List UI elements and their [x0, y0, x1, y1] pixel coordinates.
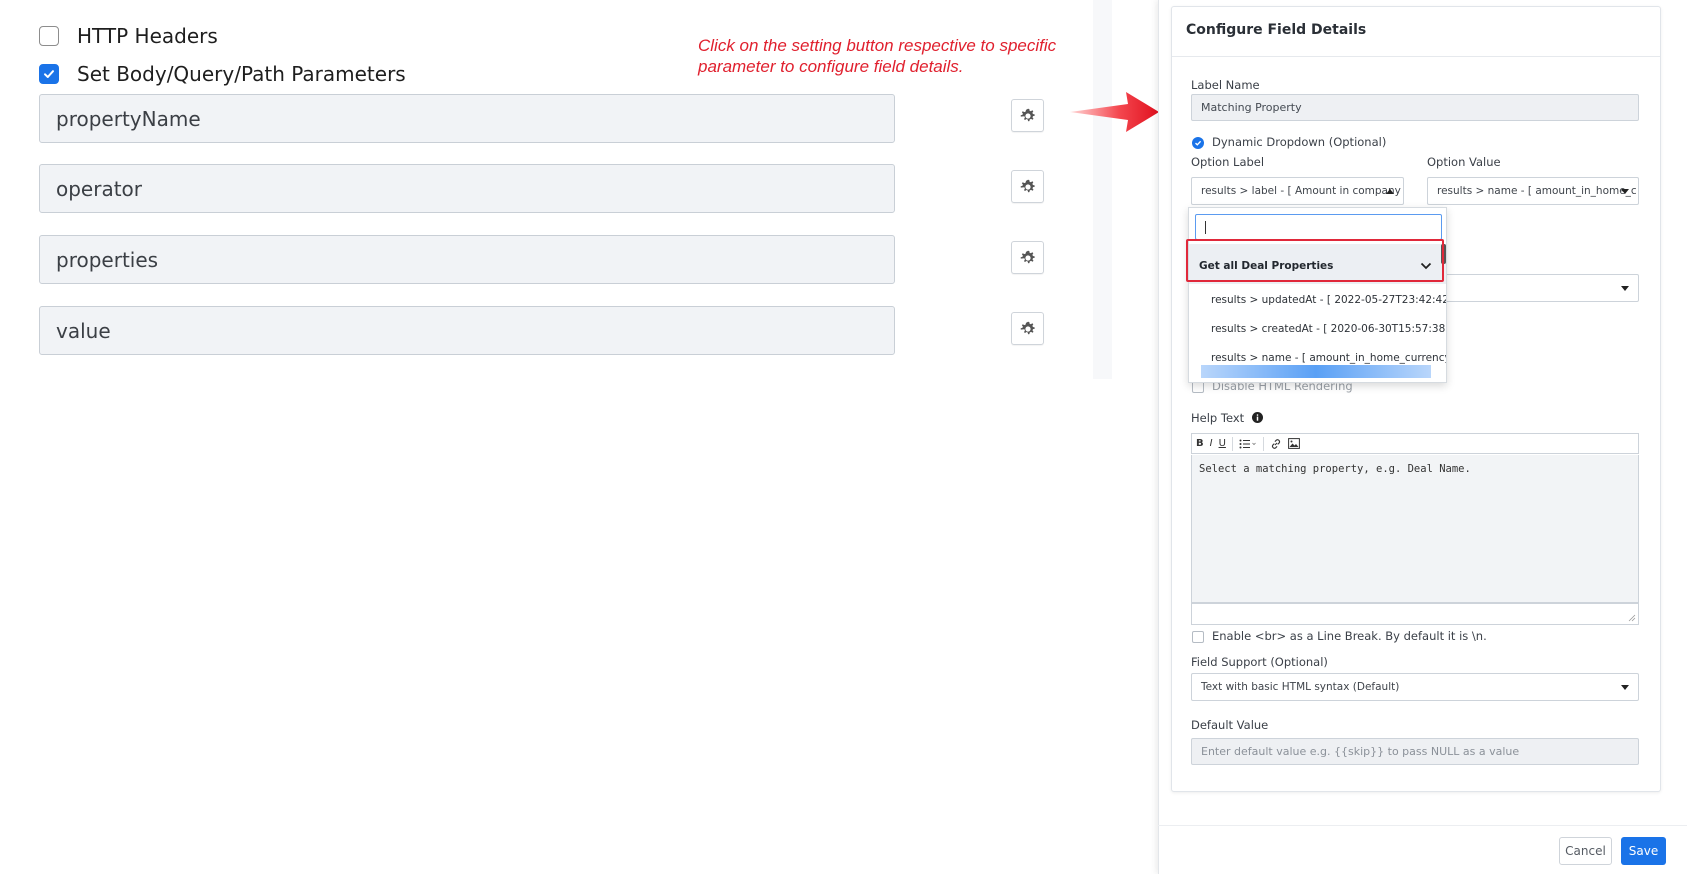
image-button[interactable] [1288, 435, 1300, 452]
settings-button-propertyname[interactable] [1011, 99, 1044, 132]
settings-button-properties[interactable] [1011, 241, 1044, 274]
help-text-label: Help Text [1191, 411, 1245, 425]
tutorial-annotation: Click on the setting button respective t… [698, 36, 1057, 76]
dropdown-search-input[interactable] [1195, 214, 1442, 240]
option-value-select[interactable]: results > name - [ amount_in_home_c [1427, 177, 1639, 205]
highlight-box [1186, 239, 1444, 282]
settings-button-value[interactable] [1011, 312, 1044, 345]
param-field-propertyname[interactable]: propertyName [39, 94, 895, 143]
caret-down-icon [1621, 189, 1629, 194]
underline-button[interactable]: U [1219, 435, 1226, 452]
red-arrow-icon [1070, 92, 1159, 132]
option-value-label: Option Value [1427, 155, 1501, 169]
field-support-select[interactable]: Text with basic HTML syntax (Default) [1191, 673, 1639, 701]
list-icon [1239, 439, 1256, 448]
param-field-properties[interactable]: properties [39, 235, 895, 284]
info-icon [1252, 412, 1263, 423]
dynamic-dropdown-label: Dynamic Dropdown (Optional) [1212, 135, 1387, 149]
default-value-input[interactable]: Enter default value e.g. {{skip}} to pas… [1191, 738, 1639, 765]
check-icon [44, 70, 54, 78]
dropdown-option[interactable]: results > updatedAt - [ 2022-05-27T23:42… [1211, 294, 1446, 306]
text-cursor [1205, 221, 1206, 234]
caret-up-icon [1386, 189, 1394, 194]
link-button[interactable] [1270, 435, 1282, 452]
check-icon [1195, 140, 1202, 146]
resize-grip-icon[interactable] [1628, 614, 1636, 622]
default-value-label: Default Value [1191, 718, 1269, 732]
field-support-value: Text with basic HTML syntax (Default) [1201, 681, 1400, 693]
option-label-select[interactable]: results > label - [ Amount in company [1191, 177, 1404, 205]
modal-title: Configure Field Details [1172, 7, 1660, 57]
bold-button[interactable]: B [1196, 435, 1204, 452]
gear-icon [1020, 321, 1035, 334]
label-name-input[interactable]: Matching Property [1191, 94, 1639, 121]
toolbar-divider [1231, 436, 1233, 451]
param-field-operator[interactable]: operator [39, 164, 895, 213]
help-text-editor[interactable]: Select a matching property, e.g. Deal Na… [1191, 455, 1639, 603]
option-label-label: Option Label [1191, 155, 1265, 169]
line-break-label: Enable <br> as a Line Break. By default … [1212, 629, 1487, 643]
set-params-checkbox[interactable] [39, 64, 59, 84]
field-support-label: Field Support (Optional) [1191, 655, 1328, 669]
configure-field-card: Configure Field Details Label Name Match… [1171, 6, 1661, 792]
set-params-row[interactable]: Set Body/Query/Path Parameters [39, 62, 406, 86]
gear-icon [1020, 250, 1035, 263]
label-name-label: Label Name [1191, 78, 1260, 92]
cancel-button[interactable]: Cancel [1559, 837, 1612, 865]
help-text-toolbar: B I U [1191, 433, 1639, 454]
save-button[interactable]: Save [1621, 837, 1666, 865]
image-icon [1288, 438, 1300, 449]
link-icon [1271, 438, 1280, 449]
gear-icon [1020, 108, 1035, 121]
http-headers-checkbox[interactable] [39, 26, 59, 46]
option-label-value: results > label - [ Amount in company [1201, 185, 1401, 197]
gear-icon [1020, 179, 1035, 192]
line-break-checkbox[interactable] [1192, 631, 1204, 643]
settings-button-operator[interactable] [1011, 170, 1044, 203]
dropdown-option[interactable]: results > createdAt - [ 2020-06-30T15:57… [1211, 323, 1446, 335]
option-value-value: results > name - [ amount_in_home_c [1437, 185, 1637, 197]
option-label-dropdown: Get all Deal Properties results > update… [1188, 207, 1447, 383]
toolbar-divider [1262, 436, 1264, 451]
dynamic-dropdown-toggle[interactable] [1192, 137, 1204, 149]
dropdown-option[interactable]: results > name - [ amount_in_home_curren… [1211, 352, 1446, 364]
param-field-value[interactable]: value [39, 306, 895, 355]
modal-footer-divider [1158, 825, 1687, 826]
list-button[interactable] [1239, 435, 1257, 452]
caret-down-icon [1621, 286, 1629, 291]
help-text-editor-footer [1191, 603, 1639, 625]
http-headers-row[interactable]: HTTP Headers [39, 24, 218, 48]
caret-down-icon [1621, 685, 1629, 690]
italic-button[interactable]: I [1210, 435, 1213, 452]
configure-field-modal: Configure Field Details Label Name Match… [1158, 0, 1687, 874]
http-headers-label: HTTP Headers [77, 24, 218, 48]
set-params-label: Set Body/Query/Path Parameters [77, 62, 406, 86]
dropdown-option-highlighted[interactable] [1201, 365, 1431, 378]
